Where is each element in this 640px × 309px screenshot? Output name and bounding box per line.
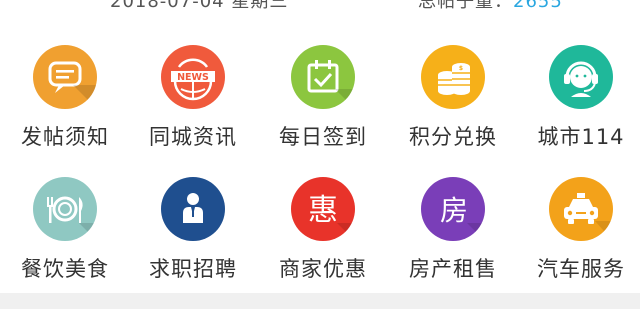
- svg-text:房: 房: [440, 194, 468, 227]
- menu-item-label: 积分兑换: [409, 125, 497, 149]
- menu-item-label: 每日签到: [279, 125, 367, 149]
- posts-summary: 总帖子量：2655: [418, 0, 563, 13]
- menu-item-label: 汽车服务: [537, 257, 625, 281]
- chat-bubble-icon: [33, 45, 97, 109]
- dining-plate-icon: [33, 177, 97, 241]
- menu-item-points-exchange[interactable]: $ 积分兑换: [388, 43, 516, 163]
- headset-operator-icon: [549, 45, 613, 109]
- svg-text:惠: 惠: [308, 193, 338, 228]
- menu-item-label: 发帖须知: [21, 125, 109, 149]
- posts-count: 2655: [513, 0, 563, 12]
- date-text: 2018-07-04 星期三: [110, 0, 289, 12]
- menu-item-city-114[interactable]: 城市114: [516, 43, 640, 163]
- menu-item-dining[interactable]: 餐饮美食: [0, 175, 128, 295]
- menu-item-label: 商家优惠: [279, 257, 367, 281]
- menu-item-posting-rules[interactable]: 发帖须知: [0, 43, 128, 163]
- posts-label: 总帖子量：: [418, 0, 513, 12]
- svg-text:$: $: [459, 65, 463, 72]
- calendar-check-icon: [291, 45, 355, 109]
- news-globe-icon: NEWS: [161, 45, 225, 109]
- menu-item-merchant-deals[interactable]: 惠 商家优惠: [258, 175, 386, 295]
- menu-item-label: 餐饮美食: [21, 257, 109, 281]
- home-quick-menu: 2018-07-04 星期三 总帖子量：2655 发帖须知 NEWS 同城资讯 …: [0, 0, 640, 309]
- menu-item-daily-checkin[interactable]: 每日签到: [258, 43, 386, 163]
- menu-item-city-news[interactable]: NEWS 同城资讯: [128, 43, 256, 163]
- svg-text:NEWS: NEWS: [177, 72, 209, 83]
- coins-icon: $: [421, 45, 485, 109]
- menu-item-label: 城市114: [537, 125, 625, 149]
- menu-item-label: 同城资讯: [149, 125, 237, 149]
- category-grid: 发帖须知 NEWS 同城资讯 每日签到 $ 积分兑换 城市114 餐饮美食 求职…: [0, 43, 640, 286]
- menu-item-label: 求职招聘: [149, 257, 237, 281]
- house-fang-icon: 房: [421, 177, 485, 241]
- car-taxi-icon: [549, 177, 613, 241]
- section-divider: [0, 293, 640, 309]
- hui-discount-icon: 惠: [291, 177, 355, 241]
- menu-item-car-service[interactable]: 汽车服务: [516, 175, 640, 295]
- businessman-icon: [161, 177, 225, 241]
- menu-item-real-estate[interactable]: 房 房产租售: [388, 175, 516, 295]
- stats-bar: 2018-07-04 星期三 总帖子量：2655: [0, 0, 640, 13]
- menu-item-jobs[interactable]: 求职招聘: [128, 175, 256, 295]
- menu-item-label: 房产租售: [409, 257, 497, 281]
